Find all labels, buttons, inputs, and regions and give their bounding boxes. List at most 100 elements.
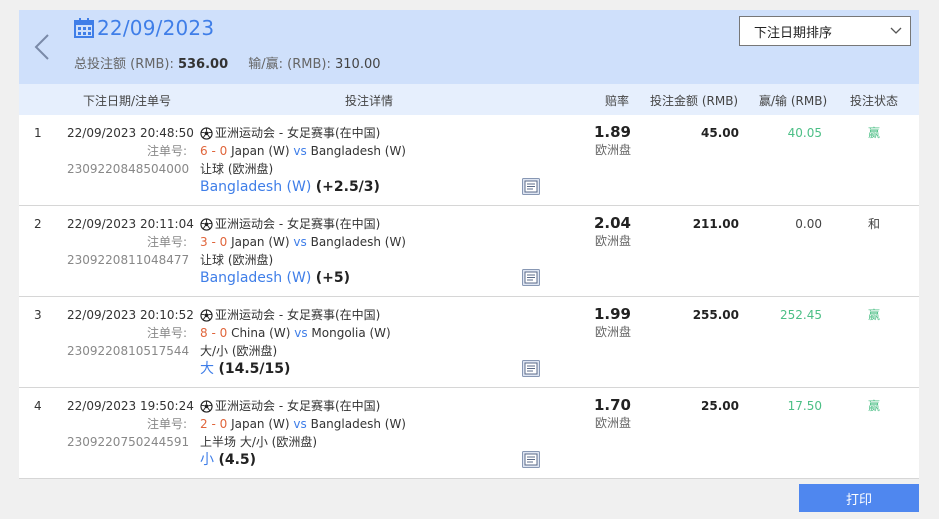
match-line: 3 - 0 Japan (W) vs Bangladesh (W) [200,233,406,251]
table-row: 2 22/09/2023 20:11:04 注单号: 2309220811048… [19,206,919,297]
match-score: 8 - 0 [200,326,228,340]
match-line: 6 - 0 Japan (W) vs Bangladesh (W) [200,142,406,160]
column-winloss: 赢/输 (RMB) [759,94,828,108]
stake-amount: 25.00 [701,399,739,413]
soccer-ball-icon [200,399,213,413]
date-heading: 22/09/2023 [74,16,214,40]
table-row: 4 22/09/2023 19:50:24 注单号: 2309220750244… [19,388,919,479]
column-datetime: 下注日期/注单号 [83,94,172,108]
ticket-number: 2309220811048477 [67,253,190,267]
league-line: 亚洲运动会 - 女足赛事(在中国) [200,306,391,324]
selection-line: Bangladesh (W) (+5) [200,269,406,287]
odds-cell: 2.04 欧洲盘 [559,214,631,250]
away-team: Bangladesh (W) [310,144,406,158]
market-type: 上半场 大/小 (欧洲盘) [200,435,318,449]
home-team: China (W) [231,326,291,340]
away-team: Bangladesh (W) [310,235,406,249]
winloss-amount: 252.45 [780,308,822,322]
selection-handicap: (+2.5/3) [315,179,380,195]
document-icon[interactable] [522,178,540,195]
bet-datetime: 22/09/2023 20:10:52 [67,308,194,322]
ticket-number: 2309220750244591 [67,435,190,449]
odds-value: 1.89 [593,123,631,141]
odds-value: 1.99 [593,305,631,323]
bet-status: 赢 [867,126,880,140]
bet-detail: 亚洲运动会 - 女足赛事(在中国) 2 - 0 Japan (W) vs Ban… [200,397,406,469]
back-button[interactable] [19,10,64,84]
home-team: Japan (W) [231,417,290,431]
sort-dropdown[interactable]: 下注日期排序 [739,16,911,46]
bet-datetime-cell: 22/09/2023 20:11:04 注单号: 230922081104847… [67,215,194,269]
vs-label: vs [294,326,308,340]
home-team: Japan (W) [231,235,290,249]
bet-detail: 亚洲运动会 - 女足赛事(在中国) 3 - 0 Japan (W) vs Ban… [200,215,406,287]
document-icon[interactable] [522,269,540,286]
sort-dropdown-value: 下注日期排序 [754,25,833,41]
document-icon[interactable] [522,451,540,468]
selection-name: 小 [200,452,214,468]
bet-status: 赢 [867,308,880,322]
match-score: 3 - 0 [200,235,228,249]
vs-label: vs [293,417,307,431]
total-winloss-label: 输/赢: (RMB): [248,57,331,72]
away-team: Mongolia (W) [311,326,391,340]
row-index: 4 [34,399,42,413]
table-row: 1 22/09/2023 20:48:50 注单号: 2309220848504… [19,115,919,206]
market-type: 大/小 (欧洲盘) [200,344,278,358]
bet-history-panel: 22/09/2023 总投注额 (RMB): 536.00 输/赢: (RMB)… [19,10,919,479]
league-name: 亚洲运动会 - 女足赛事(在中国) [215,126,381,140]
chevron-left-icon [34,34,49,60]
selection-handicap: (+5) [315,270,351,286]
selection-name: Bangladesh (W) [200,179,312,195]
bet-datetime-cell: 22/09/2023 20:10:52 注单号: 230922081051754… [67,306,194,360]
column-detail: 投注详情 [345,94,394,108]
calendar-icon [74,18,94,38]
bet-status: 和 [867,217,880,231]
chevron-down-icon [890,27,902,34]
match-score: 2 - 0 [200,417,228,431]
away-team: Bangladesh (W) [310,417,406,431]
stake-amount: 211.00 [692,217,739,231]
soccer-ball-icon [200,217,213,231]
column-odds: 赔率 [605,94,630,108]
league-line: 亚洲运动会 - 女足赛事(在中国) [200,397,406,415]
home-team: Japan (W) [231,144,290,158]
selection-line: 大 (14.5/15) [200,360,391,378]
odds-market: 欧洲盘 [594,416,631,430]
market-type: 让球 (欧洲盘) [200,253,274,267]
date-title: 22/09/2023 [97,16,215,40]
ticket-label: 注单号: [146,235,187,249]
selection-handicap: (14.5/15) [218,361,291,377]
ticket-label: 注单号: [146,326,187,340]
winloss-amount: 40.05 [787,126,822,140]
winloss-amount: 17.50 [787,399,822,413]
league-name: 亚洲运动会 - 女足赛事(在中国) [215,399,381,413]
odds-cell: 1.70 欧洲盘 [559,396,631,432]
selection-line: Bangladesh (W) (+2.5/3) [200,178,406,196]
match-line: 2 - 0 Japan (W) vs Bangladesh (W) [200,415,406,433]
summary-header: 22/09/2023 总投注额 (RMB): 536.00 输/赢: (RMB)… [19,10,919,84]
odds-value: 2.04 [593,214,631,232]
selection-name: Bangladesh (W) [200,270,312,286]
document-icon[interactable] [522,360,540,377]
vs-label: vs [293,235,307,249]
vs-label: vs [293,144,307,158]
odds-market: 欧洲盘 [594,234,631,248]
table-row: 3 22/09/2023 20:10:52 注单号: 2309220810517… [19,297,919,388]
odds-market: 欧洲盘 [594,143,631,157]
stake-amount: 255.00 [692,308,739,322]
match-line: 8 - 0 China (W) vs Mongolia (W) [200,324,391,342]
selection-line: 小 (4.5) [200,451,406,469]
totals-summary: 总投注额 (RMB): 536.00 输/赢: (RMB): 310.00 [74,53,381,72]
total-stake-label: 总投注额 (RMB): [74,57,174,72]
print-button[interactable]: 打印 [799,484,919,512]
bet-datetime-cell: 22/09/2023 19:50:24 注单号: 230922075024459… [67,397,194,451]
stake-amount: 45.00 [701,126,739,140]
market-type: 让球 (欧洲盘) [200,162,274,176]
league-name: 亚洲运动会 - 女足赛事(在中国) [215,217,381,231]
bet-detail: 亚洲运动会 - 女足赛事(在中国) 6 - 0 Japan (W) vs Ban… [200,124,406,196]
soccer-ball-icon [200,308,213,322]
odds-cell: 1.99 欧洲盘 [559,305,631,341]
row-index: 1 [34,126,42,140]
ticket-number: 2309220810517544 [67,344,190,358]
